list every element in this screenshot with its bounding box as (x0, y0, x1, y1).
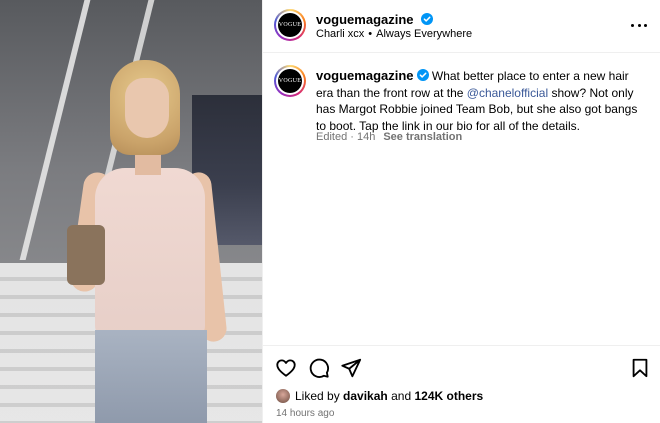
post-caption: VOGUE voguemagazine What better place to… (263, 53, 660, 345)
send-icon[interactable] (340, 357, 362, 379)
profile-avatar[interactable]: VOGUE (274, 9, 306, 41)
post-actions: Liked by davikah and 124K others 14 hour… (263, 345, 660, 423)
likes-summary[interactable]: Liked by davikah and 124K others (276, 389, 483, 403)
post-media[interactable] (0, 0, 262, 423)
media-person (67, 60, 228, 423)
caption-text: voguemagazine What better place to enter… (316, 68, 646, 134)
person-jeans (95, 330, 207, 423)
person-top (95, 168, 205, 338)
person-face (125, 78, 169, 138)
caption-mention-link[interactable]: @chanelofficial (467, 86, 548, 100)
audio-separator: • (368, 28, 373, 40)
audio-line[interactable]: Charli xcx • Always Everywhere (316, 28, 472, 40)
header-username[interactable]: voguemagazine (316, 12, 414, 27)
caption-avatar[interactable]: VOGUE (274, 65, 306, 97)
verified-badge-icon (416, 69, 429, 81)
comment-icon[interactable] (308, 357, 330, 379)
person-handbag (67, 225, 105, 285)
vogue-logo: VOGUE (278, 13, 302, 37)
likes-prefix: Liked by (295, 389, 340, 403)
post-timestamp[interactable]: 14 hours ago (276, 408, 334, 419)
verified-badge-icon (420, 13, 433, 25)
caption-vogue-logo: VOGUE (278, 69, 302, 93)
likes-and: and (391, 389, 412, 403)
caption-meta: Edited · 14h See translation (316, 131, 462, 143)
bookmark-icon[interactable] (629, 357, 651, 379)
post-header: VOGUE voguemagazine Charli xcx • Always Ev… (263, 0, 660, 53)
likes-count[interactable]: 124K others (414, 389, 483, 403)
heart-icon[interactable] (275, 357, 297, 379)
audio-title: Always Everywhere (376, 28, 473, 40)
audio-artist: Charli xcx (316, 28, 365, 40)
edited-label: Edited · 14h (316, 131, 376, 143)
header-username-line: voguemagazine (316, 11, 433, 29)
caption-username[interactable]: voguemagazine (316, 68, 414, 83)
more-options-icon[interactable] (631, 17, 647, 33)
liker-username[interactable]: davikah (343, 389, 388, 403)
see-translation-button[interactable]: See translation (383, 131, 462, 143)
liker-avatar (276, 389, 290, 403)
post-panel: VOGUE voguemagazine Charli xcx • Always Ev… (262, 0, 660, 423)
